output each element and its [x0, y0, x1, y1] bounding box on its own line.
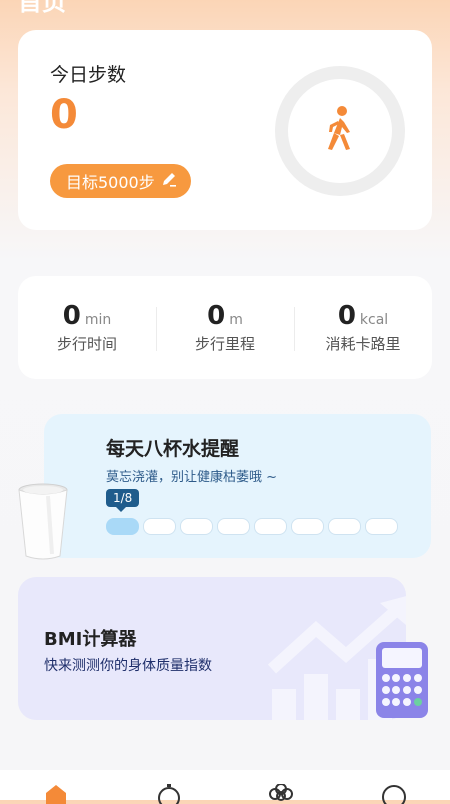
profile-icon: [381, 785, 406, 804]
stat-walk-time: 0 min 步行时间: [18, 301, 156, 354]
bmi-subtitle: 快来测测你的身体质量指数: [44, 658, 212, 674]
stats-card: 0 min 步行时间 0m 步行里程 0 kcal 消耗卡路里: [18, 276, 432, 379]
stat-value: 0: [337, 301, 356, 331]
water-cups: [106, 518, 398, 535]
stat-value: 0: [207, 301, 226, 331]
nav-profile[interactable]: [374, 770, 414, 804]
water-progress-badge: 1/8: [106, 489, 140, 512]
cup-slot[interactable]: [106, 518, 139, 535]
paper-cup-icon: [18, 482, 68, 566]
stat-label: 步行时间: [56, 335, 117, 353]
steps-progress-ring: [275, 66, 405, 196]
goal-label: 目标5000步: [66, 173, 155, 192]
water-reminder-card[interactable]: 每天八杯水提醒 莫忘浇灌，别让健康枯萎哦 ~ 1/8: [44, 414, 431, 558]
calculator-icon: [374, 640, 430, 724]
edit-icon: [161, 171, 177, 191]
stat-walk-distance: 0m 步行里程: [156, 301, 294, 354]
cup-slot[interactable]: [254, 518, 287, 535]
cup-slot[interactable]: [365, 518, 398, 535]
cup-slot[interactable]: [217, 518, 250, 535]
nav-home[interactable]: [36, 770, 76, 804]
cup-slot[interactable]: [291, 518, 324, 535]
home-icon: [46, 785, 67, 804]
walking-person-icon: [320, 105, 360, 157]
bmi-title: BMI计算器: [44, 629, 137, 650]
page-title: 首页: [18, 0, 66, 16]
cup-slot[interactable]: [180, 518, 213, 535]
stat-unit: m: [229, 312, 243, 328]
stat-calories: 0 kcal 消耗卡路里: [294, 301, 432, 354]
stat-unit: kcal: [359, 312, 389, 328]
goal-button[interactable]: 目标5000步: [50, 164, 191, 198]
water-title: 每天八杯水提醒: [106, 438, 240, 460]
steps-label: 今日步数: [50, 64, 127, 86]
stat-label: 步行里程: [194, 335, 255, 353]
steps-value: 0: [50, 92, 78, 138]
nav-discover[interactable]: [261, 770, 301, 801]
cup-slot[interactable]: [143, 518, 176, 535]
flower-icon: [269, 784, 294, 801]
steps-card: 今日步数 0 目标5000步: [18, 30, 432, 230]
bmi-calculator-card[interactable]: BMI计算器 快来测测你的身体质量指数: [18, 577, 406, 720]
water-subtitle: 莫忘浇灌，别让健康枯萎哦 ~: [106, 470, 278, 485]
stat-label: 消耗卡路里: [325, 335, 401, 353]
nav-timer[interactable]: [149, 770, 189, 804]
stat-value: 0: [62, 301, 81, 331]
bottom-nav: [0, 770, 450, 804]
cup-slot[interactable]: [328, 518, 361, 535]
timer-icon: [157, 784, 180, 804]
stat-unit: min: [84, 312, 112, 328]
